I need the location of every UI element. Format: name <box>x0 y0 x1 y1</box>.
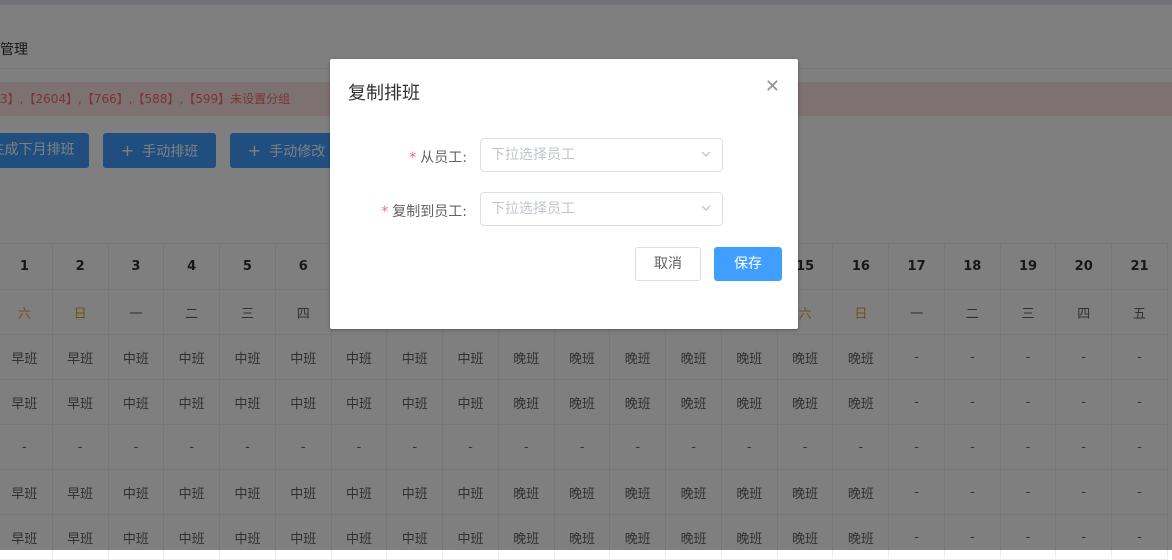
from-employee-label: * 从员工: <box>347 147 467 167</box>
cancel-button[interactable]: 取消 <box>635 247 701 281</box>
to-employee-select[interactable]: 下拉选择员工 <box>480 192 723 226</box>
copy-schedule-dialog: 复制排班 ✕ * 从员工: 下拉选择员工 * 复制到员工: 下拉选择员工 取消 保存 <box>330 59 798 329</box>
chevron-down-icon <box>701 205 711 211</box>
from-employee-placeholder: 下拉选择员工 <box>491 147 575 163</box>
required-mark: * <box>409 150 417 166</box>
from-employee-select[interactable]: 下拉选择员工 <box>480 138 723 172</box>
chevron-down-icon <box>701 151 711 157</box>
required-mark: * <box>381 204 389 220</box>
to-employee-placeholder: 下拉选择员工 <box>491 201 575 217</box>
close-icon[interactable]: ✕ <box>765 76 780 97</box>
from-employee-label-text: 从员工: <box>420 150 467 166</box>
to-employee-label-text: 复制到员工: <box>392 204 467 220</box>
dialog-title: 复制排班 <box>348 83 420 104</box>
to-employee-label: * 复制到员工: <box>347 201 467 221</box>
save-button[interactable]: 保存 <box>714 247 782 281</box>
